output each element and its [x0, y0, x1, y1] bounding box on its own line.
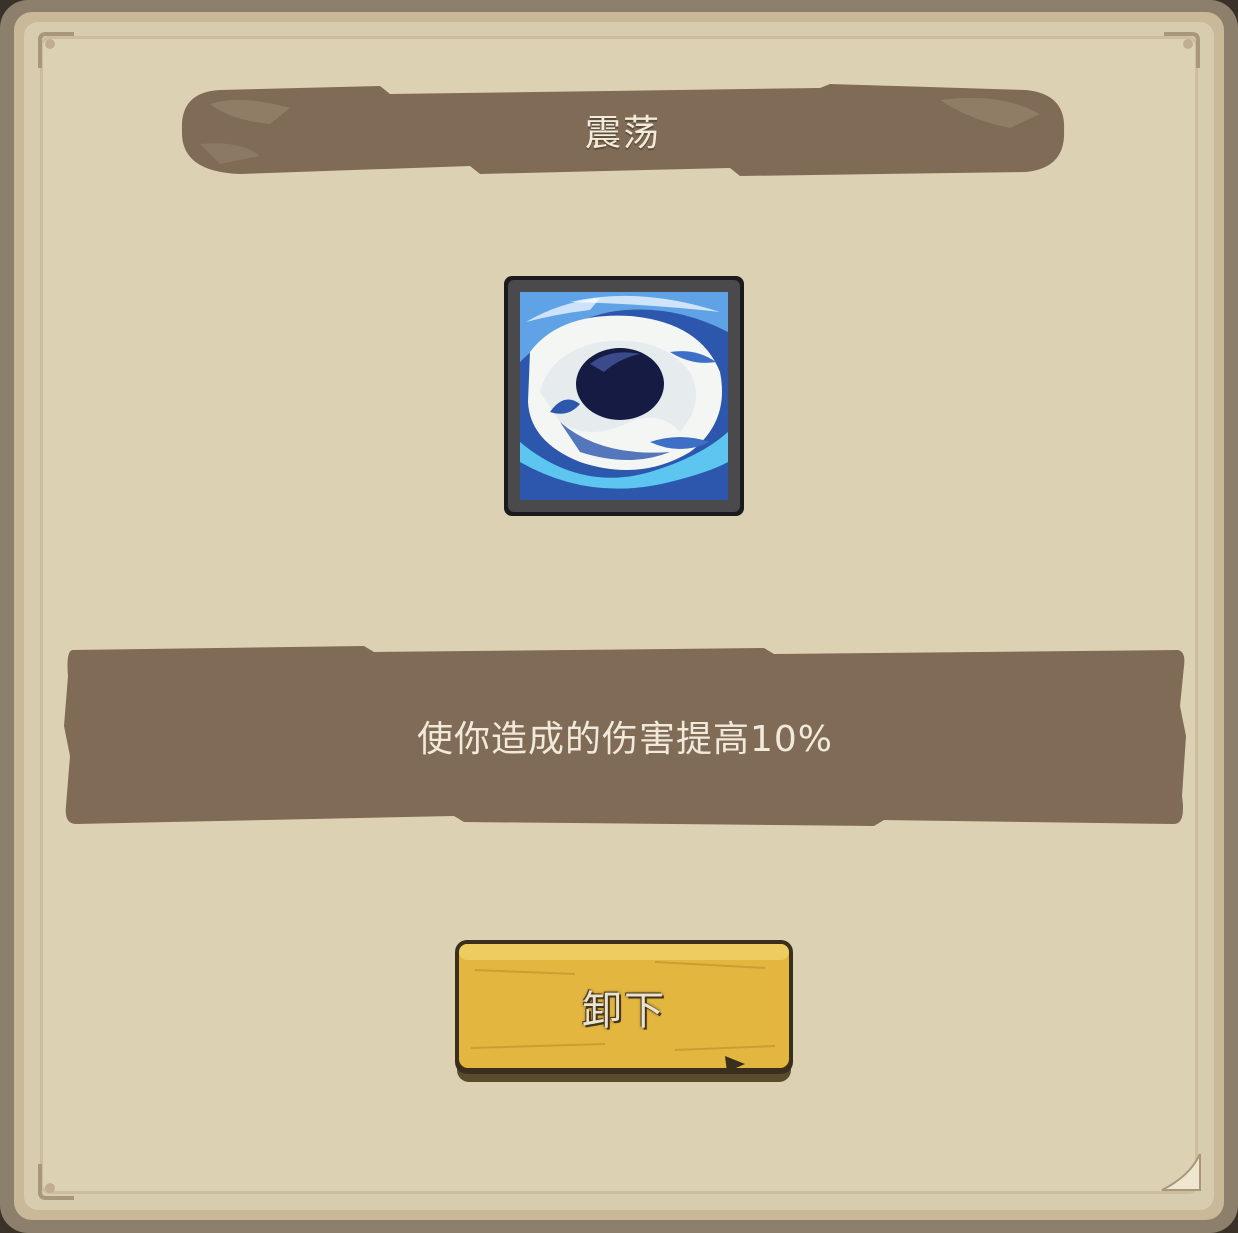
skill-icon-frame [504, 276, 744, 516]
description-banner: 使你造成的伤害提高10% [64, 646, 1186, 826]
skill-title: 震荡 [584, 113, 661, 154]
skill-detail-dialog: 震荡 使你造成的伤害提高10% 卸下 [0, 0, 1238, 1233]
corner-ornament-top-left-icon [38, 32, 74, 68]
shockwave-vortex-icon [520, 292, 728, 500]
unequip-button-label: 卸下 [582, 988, 666, 1034]
unequip-button[interactable]: 卸下 [455, 940, 793, 1084]
skill-description: 使你造成的伤害提高10% [416, 719, 834, 760]
corner-ornament-top-right-icon [1164, 32, 1200, 68]
page-curl-bottom-right-icon [1161, 1153, 1201, 1191]
title-banner: 震荡 [180, 84, 1066, 176]
corner-ornament-bottom-left-icon [38, 1164, 74, 1200]
